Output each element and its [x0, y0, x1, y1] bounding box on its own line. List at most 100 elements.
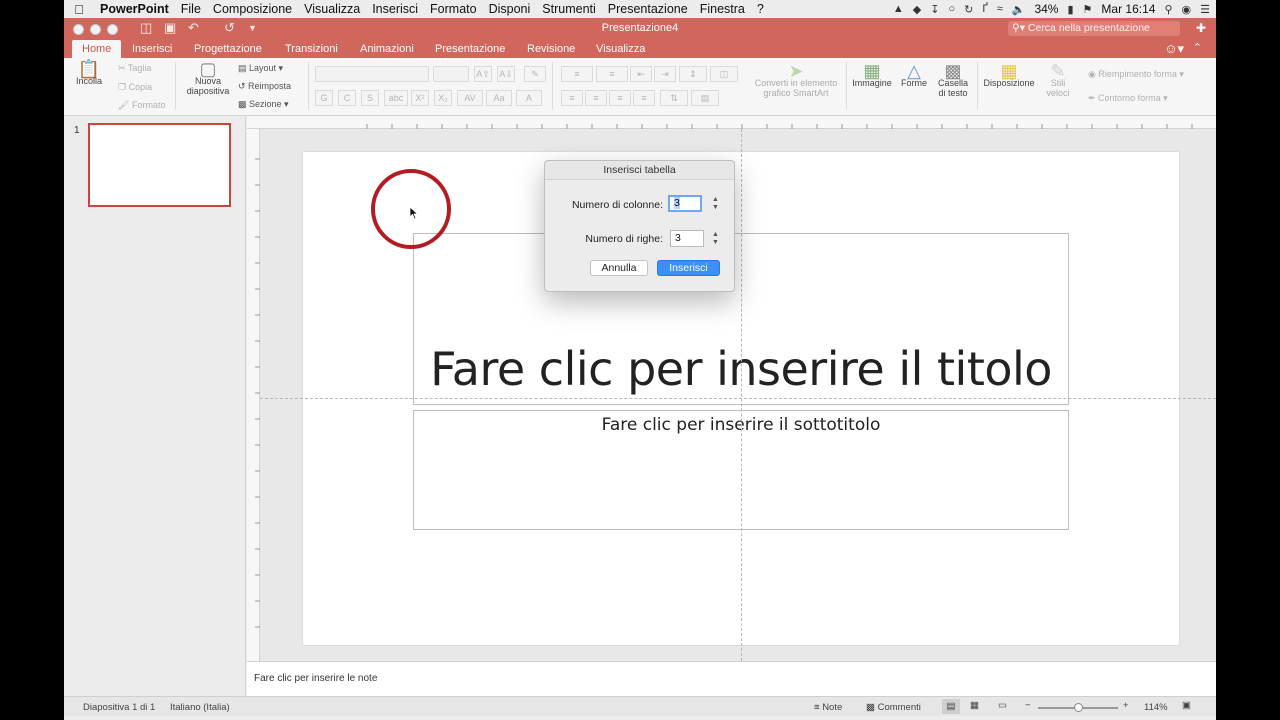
cancel-button[interactable]: Annulla	[590, 260, 648, 276]
menu-inserisci[interactable]: Inserisci	[366, 2, 424, 16]
quick-styles-button[interactable]: ✎ Stili veloci	[1040, 62, 1076, 98]
arrange-button[interactable]: ▦ Disposizione	[980, 62, 1038, 88]
slideshow-view-icon[interactable]: ▭	[998, 700, 1007, 711]
shape-fill-button[interactable]: ◉ Riempimento forma ▾	[1088, 69, 1184, 80]
bluetooth-icon[interactable]: Ґ	[982, 3, 987, 15]
tab-transizioni[interactable]: Transizioni	[275, 40, 348, 58]
comments-toggle-button[interactable]: ▩ Commenti	[866, 702, 921, 713]
spotlight-search-icon[interactable]: ⚲	[1164, 3, 1172, 16]
text-direction-button[interactable]: ⇅	[660, 90, 688, 106]
wifi-icon[interactable]: ≈	[997, 3, 1003, 15]
notes-pane[interactable]: Fare clic per inserire le note	[247, 661, 1216, 696]
search-presentation-input[interactable]: ⚲▾ Cerca nella presentazione	[1008, 21, 1180, 36]
strikethrough-button[interactable]: abc	[384, 90, 408, 106]
menu-presentazione[interactable]: Presentazione	[602, 2, 694, 16]
slide-thumbnail[interactable]	[88, 123, 231, 207]
feedback-smiley-icon[interactable]: ☺▾	[1164, 41, 1184, 57]
format-painter-button[interactable]: 🖌 Formato	[118, 100, 165, 111]
copy-button[interactable]: ❐ Copia	[118, 82, 152, 93]
dropbox-icon[interactable]: ◆	[913, 3, 921, 16]
zoom-slider[interactable]	[1038, 703, 1118, 712]
align-text-button[interactable]: ▤	[691, 90, 719, 106]
language-status[interactable]: Italiano (Italia)	[170, 702, 230, 713]
picture-button[interactable]: ▦ Immagine	[850, 62, 894, 88]
insert-button[interactable]: Inserisci	[657, 260, 720, 276]
vertical-ruler[interactable]	[247, 129, 260, 661]
shape-outline-button[interactable]: ✒ Contorno forma ▾	[1088, 93, 1168, 104]
tab-presentazione[interactable]: Presentazione	[425, 40, 515, 58]
rows-stepper[interactable]: ▲ ▼	[711, 231, 720, 248]
menu-finestra[interactable]: Finestra	[694, 2, 751, 16]
bold-button[interactable]: G	[315, 90, 333, 106]
horizontal-ruler[interactable]	[247, 116, 1216, 129]
columns-stepper[interactable]: ▲ ▼	[711, 196, 720, 213]
menu-app-name[interactable]: PowerPoint	[94, 2, 175, 16]
new-slide-button[interactable]: ▢ Nuova diapositiva	[180, 60, 236, 96]
columns-input[interactable]: 3	[668, 195, 702, 212]
zoom-slider-handle[interactable]	[1074, 703, 1083, 712]
fit-to-window-icon[interactable]: ▣	[1182, 700, 1191, 711]
zoom-out-icon[interactable]: −	[1025, 700, 1031, 711]
justify-button[interactable]: ≡	[633, 90, 655, 106]
menu-visualizza[interactable]: Visualizza	[298, 2, 366, 16]
decrease-indent-button[interactable]: ⇤	[630, 66, 652, 82]
collapse-ribbon-icon[interactable]: ⌃	[1193, 41, 1202, 54]
volume-icon[interactable]: 🔈	[1012, 3, 1026, 16]
line-spacing-button[interactable]: ⇕	[679, 66, 707, 82]
superscript-button[interactable]: X²	[411, 90, 429, 106]
subscript-button[interactable]: X₂	[434, 90, 452, 106]
menu-help[interactable]: ?	[751, 2, 770, 16]
flag-icon[interactable]: ⚑	[1083, 3, 1093, 16]
slide-sorter-view-icon[interactable]: ▦	[970, 700, 979, 711]
reset-button[interactable]: ↺ Reimposta	[238, 81, 291, 92]
cut-button[interactable]: ✂ Taglia	[118, 63, 151, 74]
font-size-select[interactable]	[433, 66, 469, 82]
tab-revisione[interactable]: Revisione	[517, 40, 585, 58]
zoom-level[interactable]: 114%	[1144, 702, 1168, 713]
sync-icon[interactable]: ↻	[964, 3, 973, 16]
tab-animazioni[interactable]: Animazioni	[350, 40, 424, 58]
underline-button[interactable]: S	[361, 90, 379, 106]
increase-indent-button[interactable]: ⇥	[654, 66, 676, 82]
italic-button[interactable]: C	[338, 90, 356, 106]
tab-progettazione[interactable]: Progettazione	[184, 40, 272, 58]
tab-home[interactable]: Home	[72, 40, 122, 58]
add-person-icon[interactable]: ✚	[1196, 21, 1206, 35]
battery-icon[interactable]: ▮	[1067, 3, 1073, 16]
shapes-button[interactable]: △ Forme	[896, 62, 932, 88]
rows-input[interactable]: 3	[670, 230, 704, 247]
zoom-in-icon[interactable]: +	[1123, 700, 1129, 711]
columns-button[interactable]: ◫	[710, 66, 738, 82]
menu-composizione[interactable]: Composizione	[207, 2, 298, 16]
tab-visualizza[interactable]: Visualizza	[586, 40, 655, 58]
download-icon[interactable]: ↧	[930, 3, 939, 16]
increase-font-size-button[interactable]: A⇧	[474, 66, 492, 82]
apple-icon[interactable]: 	[64, 2, 94, 17]
align-left-button[interactable]: ≡	[561, 90, 583, 106]
paste-button[interactable]: 📋 Incolla	[72, 60, 106, 86]
layout-button[interactable]: ▤ Layout ▾	[238, 63, 283, 74]
menu-disponi[interactable]: Disponi	[483, 2, 537, 16]
textbox-button[interactable]: ▩ Casella di testo	[933, 62, 973, 98]
menu-file[interactable]: File	[175, 2, 207, 16]
align-center-button[interactable]: ≡	[585, 90, 607, 106]
siri-icon[interactable]: ◉	[1182, 3, 1192, 16]
bullets-button[interactable]: ≡	[561, 66, 593, 82]
menu-formato[interactable]: Formato	[424, 2, 483, 16]
spacing-button[interactable]: AV	[457, 90, 483, 106]
menubar-clock[interactable]: Mar 16:14	[1101, 2, 1155, 16]
font-color-button[interactable]: A	[516, 90, 542, 106]
record-icon[interactable]: ○	[948, 3, 955, 15]
clear-format-icon[interactable]: ✎	[524, 66, 546, 82]
battery-percent[interactable]: 34%	[1034, 2, 1058, 16]
convert-smartart-button[interactable]: ➤ Converti in elemento grafico SmartArt	[750, 62, 842, 98]
align-right-button[interactable]: ≡	[609, 90, 631, 106]
change-case-button[interactable]: Aa	[486, 90, 512, 106]
numbering-button[interactable]: ≡	[596, 66, 628, 82]
menu-strumenti[interactable]: Strumenti	[536, 2, 602, 16]
font-name-select[interactable]	[315, 66, 429, 82]
tab-inserisci[interactable]: Inserisci	[122, 40, 182, 58]
normal-view-icon[interactable]: ▤	[942, 699, 960, 714]
decrease-font-size-button[interactable]: A⇩	[497, 66, 515, 82]
notification-center-icon[interactable]: ☰	[1200, 3, 1210, 16]
